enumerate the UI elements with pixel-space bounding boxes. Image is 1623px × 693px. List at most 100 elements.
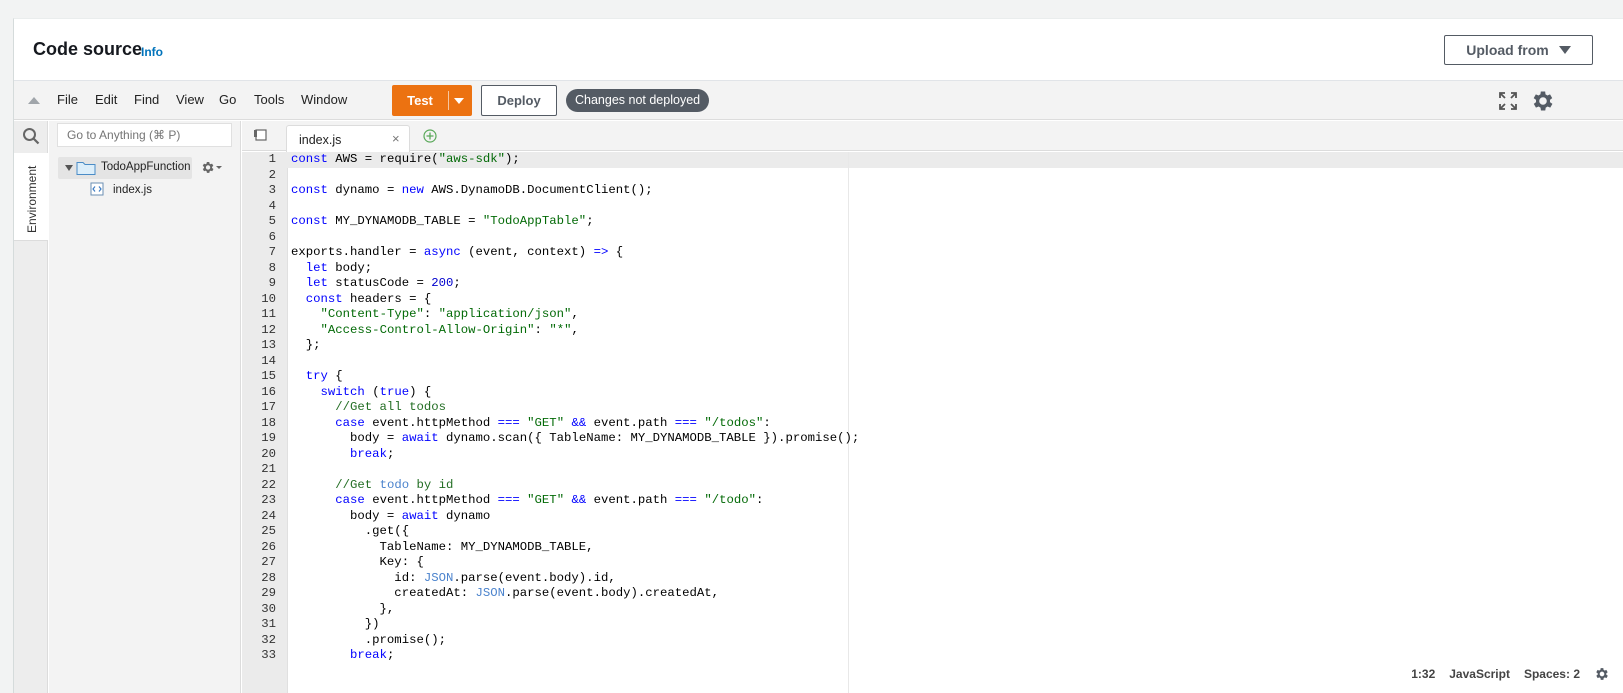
- code-text: case event.httpMethod === "GET" && event…: [335, 493, 764, 507]
- code-text: TableName: MY_DYNAMODB_TABLE,: [291, 539, 594, 554]
- code-text: exports.handler = async (event, context)…: [291, 245, 624, 259]
- indent-spaces[interactable]: Spaces: 2: [1524, 667, 1580, 681]
- test-button-label: Test: [407, 93, 433, 108]
- line-number: 3: [268, 183, 276, 197]
- code-text: };: [291, 338, 321, 352]
- line-number: 17: [261, 400, 276, 414]
- line-number: 19: [261, 431, 276, 445]
- line-number: 27: [261, 555, 276, 569]
- language-mode[interactable]: JavaScript: [1449, 667, 1510, 681]
- panel-header: Code source Info Upload from: [14, 19, 1623, 80]
- code-text: Key: {: [291, 555, 424, 569]
- fullscreen-icon[interactable]: [1498, 91, 1518, 111]
- line-number: 7: [268, 245, 276, 259]
- caret-down-icon: [1558, 46, 1571, 54]
- code-text: const AWS = require("aws-sdk");: [291, 152, 520, 166]
- code-text: let statusCode = 200;: [305, 276, 461, 290]
- tree-file-index-js[interactable]: index.js: [113, 184, 152, 196]
- line-number: 18: [261, 415, 276, 430]
- status-badge: Changes not deployed: [566, 89, 710, 112]
- tab-index-js[interactable]: index.js ×: [286, 125, 410, 152]
- editor-settings-gear-icon[interactable]: [1594, 666, 1610, 682]
- test-button-divider: [448, 91, 449, 110]
- test-dropdown-icon[interactable]: [454, 98, 464, 104]
- add-tab-icon[interactable]: [423, 129, 437, 143]
- code-text: //Get todo by id: [335, 477, 454, 492]
- menu-go[interactable]: Go: [219, 92, 236, 107]
- code-text: id: JSON.parse(event.body).id,: [291, 570, 616, 585]
- code-source-panel: Code source Info Upload from File Edit F…: [13, 18, 1623, 693]
- code-text: try {: [305, 369, 343, 383]
- editor-tabbar: index.js ×: [242, 121, 1623, 152]
- js-file-icon: [90, 182, 104, 196]
- code-text: case event.httpMethod === "GET" && event…: [335, 415, 771, 430]
- tab-menu-icon[interactable]: [253, 129, 267, 141]
- menu-file[interactable]: File: [57, 92, 78, 107]
- line-number: 1: [268, 152, 276, 166]
- code-text: body = await dynamo.scan({ TableName: MY…: [291, 431, 860, 445]
- line-number: 8: [268, 260, 276, 275]
- goto-anything-input[interactable]: [57, 123, 232, 147]
- environment-tab[interactable]: Environment: [14, 153, 48, 241]
- line-number: 15: [261, 369, 276, 383]
- code-text: break;: [350, 648, 395, 662]
- line-number: 13: [261, 338, 276, 352]
- line-number: 28: [261, 570, 276, 585]
- line-number: 4: [268, 198, 276, 213]
- line-number: 24: [261, 508, 276, 523]
- menu-view[interactable]: View: [176, 92, 204, 107]
- code-text: createdAt: JSON.parse(event.body).create…: [291, 586, 720, 600]
- line-number: 10: [261, 291, 276, 306]
- expand-arrow-icon[interactable]: [65, 165, 73, 171]
- deploy-button[interactable]: Deploy: [481, 85, 557, 116]
- print-margin: [848, 152, 849, 693]
- tree-gear-icon[interactable]: [199, 158, 223, 176]
- folder-icon: [76, 162, 96, 175]
- test-button[interactable]: Test: [392, 85, 472, 116]
- info-link[interactable]: Info: [141, 45, 163, 59]
- line-number: 23: [261, 493, 276, 507]
- line-number: 20: [261, 446, 276, 461]
- code-editor[interactable]: 1 const AWS = require("aws-sdk"); 2 3 const …: [242, 152, 1623, 693]
- code-text: "Access-Control-Allow-Origin": "*",: [320, 322, 579, 337]
- code-text: }): [291, 617, 380, 631]
- menu-find[interactable]: Find: [134, 92, 159, 107]
- ide-menubar: File Edit Find View Go Tools Window Test…: [14, 80, 1623, 120]
- line-number: 25: [261, 524, 276, 538]
- code-text: .promise();: [291, 632, 446, 647]
- cursor-position[interactable]: 1:32: [1411, 667, 1435, 681]
- code-text: "Content-Type": "application/json",: [320, 307, 579, 321]
- code-text: },: [291, 601, 395, 616]
- menu-window[interactable]: Window: [301, 92, 347, 107]
- upload-from-button[interactable]: Upload from: [1444, 35, 1593, 65]
- menu-edit[interactable]: Edit: [95, 92, 117, 107]
- line-number: 16: [261, 384, 276, 399]
- line-number: 31: [261, 617, 276, 631]
- line-number: 12: [261, 322, 276, 337]
- tree-root-folder[interactable]: TodoAppFunction: [58, 157, 192, 179]
- code-text: const MY_DYNAMODB_TABLE = "TodoAppTable"…: [291, 214, 594, 228]
- line-number: 9: [268, 276, 276, 290]
- code-text: //Get all todos: [335, 400, 446, 414]
- line-number: 26: [261, 539, 276, 554]
- page-title: Code source: [33, 39, 143, 59]
- line-number: 5: [268, 214, 276, 228]
- line-number: 21: [261, 462, 276, 476]
- code-text: const headers = {: [305, 291, 432, 306]
- line-number: 30: [261, 601, 276, 616]
- code-text: switch (true) {: [320, 384, 432, 399]
- collapse-icon[interactable]: [28, 97, 40, 104]
- gear-icon[interactable]: [1530, 88, 1556, 114]
- code-text: body = await dynamo: [291, 508, 491, 523]
- line-number: 33: [261, 648, 276, 662]
- menu-tools[interactable]: Tools: [254, 92, 284, 107]
- editor-statusbar: 1:32 JavaScript Spaces: 2: [1411, 666, 1610, 682]
- left-rail: Environment: [14, 121, 48, 693]
- line-number: 32: [261, 632, 276, 647]
- close-icon[interactable]: ×: [392, 131, 400, 146]
- line-number: 2: [268, 167, 276, 182]
- line-number: 22: [261, 477, 276, 492]
- search-icon[interactable]: [22, 127, 40, 145]
- tab-label: index.js: [299, 133, 342, 147]
- code-text: let body;: [305, 260, 373, 275]
